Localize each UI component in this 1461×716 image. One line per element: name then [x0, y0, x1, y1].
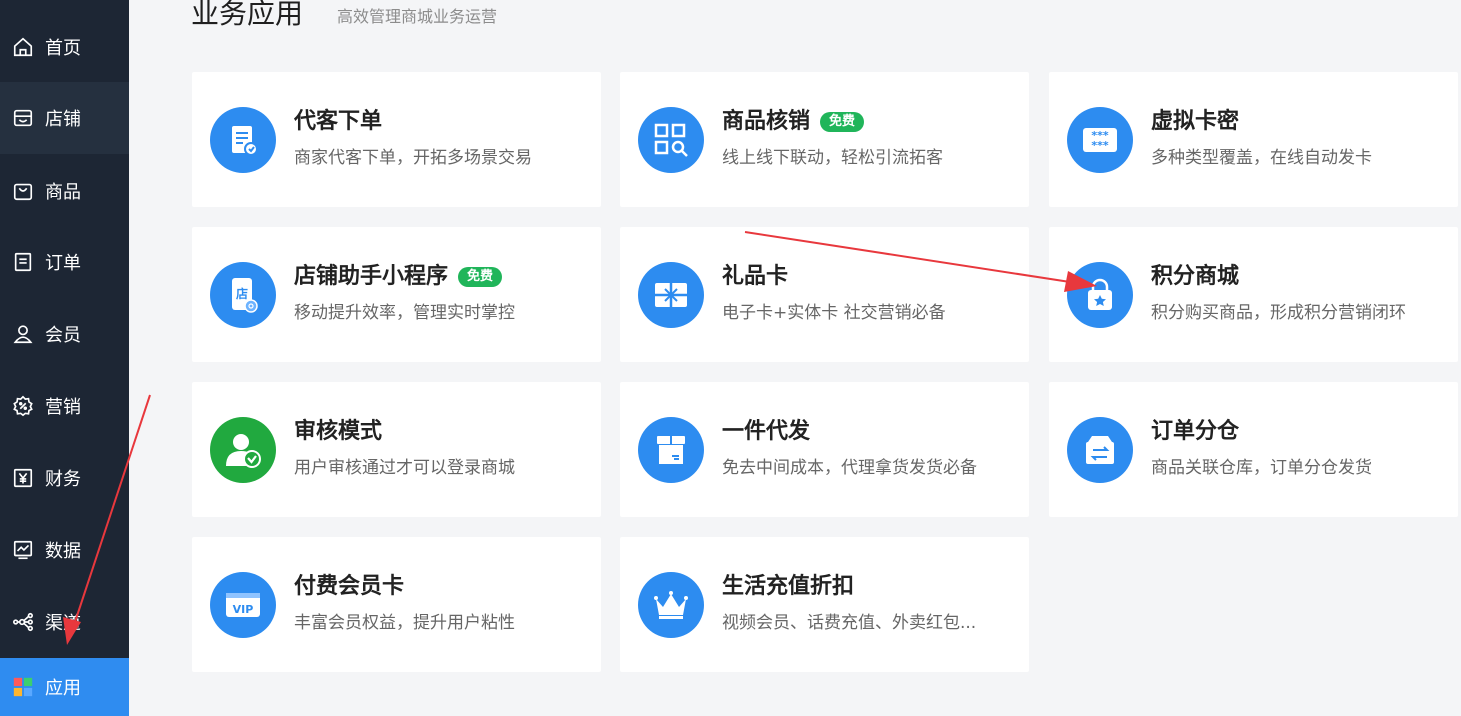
app-name: 店铺助手小程序	[294, 264, 449, 289]
app-desc: 线上线下联动，轻松引流拓客	[722, 148, 943, 168]
app-name: 生活充值折扣	[722, 574, 855, 599]
app-name: 虚拟卡密	[1151, 109, 1240, 134]
app-card-review-mode[interactable]: 审核模式 用户审核通过才可以登录商城	[192, 382, 601, 517]
app-name: 积分商城	[1151, 264, 1240, 289]
sidebar-item-members[interactable]: 会员	[0, 305, 129, 363]
sidebar-item-label: 订单	[45, 253, 81, 274]
vip-card-icon: VIP	[210, 572, 276, 638]
app-name: 订单分仓	[1151, 419, 1240, 444]
channel-icon	[11, 610, 35, 634]
sidebar-item-label: 营销	[45, 397, 81, 418]
app-desc: 移动提升效率，管理实时掌控	[294, 303, 515, 323]
app-name: 一件代发	[722, 419, 811, 444]
app-name: 代客下单	[294, 109, 383, 134]
free-badge: 免费	[458, 267, 503, 287]
home-icon	[11, 35, 35, 59]
page-subtitle: 高效管理商城业务运营	[337, 7, 498, 26]
chart-icon	[11, 538, 35, 562]
sidebar-item-label: 数据	[45, 541, 81, 562]
yen-icon	[11, 466, 35, 490]
crown-icon	[638, 572, 704, 638]
free-badge: 免费	[820, 112, 865, 132]
svg-text:***: ***	[1091, 139, 1109, 152]
app-desc: 商品关联仓库，订单分仓发货	[1151, 458, 1372, 478]
app-card-proxy-order[interactable]: 代客下单 商家代客下单，开拓多场景交易	[192, 72, 601, 207]
store-icon	[11, 106, 35, 130]
package-box-icon	[638, 417, 704, 483]
app-card-order-warehouse[interactable]: 订单分仓 商品关联仓库，订单分仓发货	[1049, 382, 1458, 517]
app-desc: 电子卡+实体卡 社交营销必备	[722, 303, 946, 323]
page-title: 业务应用	[191, 0, 304, 30]
app-card-verification[interactable]: 商品核销 免费 线上线下联动，轻松引流拓客	[620, 72, 1029, 207]
app-card-life-recharge[interactable]: 生活充值折扣 视频会员、话费充值、外卖红包...	[620, 537, 1029, 672]
sidebar: 首页 店铺 商品 订单 会员 营销 财务 数据 渠道 应用	[0, 0, 129, 716]
sidebar-item-label: 店铺	[45, 109, 81, 130]
sidebar-item-data[interactable]: 数据	[0, 521, 129, 579]
apps-icon	[11, 675, 35, 699]
sidebar-item-finance[interactable]: 财务	[0, 449, 129, 507]
sidebar-item-goods[interactable]: 商品	[0, 162, 129, 220]
gift-card-icon	[638, 262, 704, 328]
app-name: 礼品卡	[722, 264, 789, 289]
sidebar-item-label: 渠道	[45, 613, 81, 634]
svg-text:VIP: VIP	[233, 603, 254, 616]
sidebar-item-home[interactable]: 首页	[0, 18, 129, 76]
order-list-icon	[210, 107, 276, 173]
points-bag-icon	[1067, 262, 1133, 328]
app-card-store-assistant[interactable]: 店 店铺助手小程序 免费 移动提升效率，管理实时掌控	[192, 227, 601, 362]
sidebar-item-store[interactable]: 店铺	[0, 82, 129, 154]
user-icon	[11, 322, 35, 346]
sidebar-item-label: 财务	[45, 469, 81, 490]
app-name: 审核模式	[294, 419, 383, 444]
app-card-gift-card[interactable]: 礼品卡 电子卡+实体卡 社交营销必备	[620, 227, 1029, 362]
app-desc: 商家代客下单，开拓多场景交易	[294, 148, 532, 168]
sidebar-item-marketing[interactable]: 营销	[0, 377, 129, 435]
app-card-dropshipping[interactable]: 一件代发 免去中间成本，代理拿货发货必备	[620, 382, 1029, 517]
qr-scan-icon	[638, 107, 704, 173]
app-desc: 丰富会员权益，提升用户粘性	[294, 613, 515, 633]
sidebar-item-apps[interactable]: 应用	[0, 658, 129, 716]
app-desc: 用户审核通过才可以登录商城	[294, 458, 515, 478]
app-card-paid-membership[interactable]: VIP 付费会员卡 丰富会员权益，提升用户粘性	[192, 537, 601, 672]
app-desc: 视频会员、话费充值、外卖红包...	[722, 613, 977, 633]
sidebar-item-label: 会员	[45, 325, 81, 346]
password-card-icon: *** ***	[1067, 107, 1133, 173]
warehouse-transfer-icon	[1067, 417, 1133, 483]
discount-gear-icon	[11, 394, 35, 418]
sidebar-item-label: 商品	[45, 182, 81, 203]
app-desc: 免去中间成本，代理拿货发货必备	[722, 458, 977, 478]
app-desc: 多种类型覆盖，在线自动发卡	[1151, 148, 1372, 168]
app-desc: 积分购买商品，形成积分营销闭环	[1151, 303, 1406, 323]
sidebar-item-orders[interactable]: 订单	[0, 233, 129, 291]
sidebar-item-channels[interactable]: 渠道	[0, 593, 129, 651]
user-verify-icon	[210, 417, 276, 483]
document-icon	[11, 250, 35, 274]
svg-text:店: 店	[236, 286, 248, 301]
sidebar-item-label: 应用	[45, 678, 81, 699]
app-name: 商品核销	[722, 109, 811, 134]
bag-icon	[11, 179, 35, 203]
app-name: 付费会员卡	[294, 574, 405, 599]
app-card-virtual-card[interactable]: *** *** 虚拟卡密 多种类型覆盖，在线自动发卡	[1049, 72, 1458, 207]
mini-program-icon: 店	[210, 262, 276, 328]
sidebar-item-label: 首页	[45, 38, 81, 59]
app-card-points-mall[interactable]: 积分商城 积分购买商品，形成积分营销闭环	[1049, 227, 1458, 362]
